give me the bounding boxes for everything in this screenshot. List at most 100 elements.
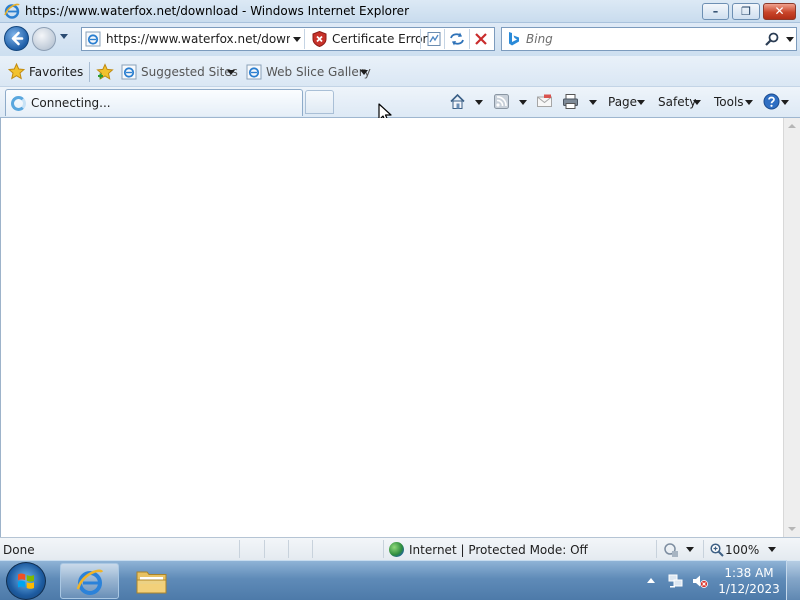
search-options-dropdown[interactable]: [786, 37, 794, 42]
minimize-button[interactable]: –: [702, 3, 729, 20]
security-zone[interactable]: Internet | Protected Mode: Off: [409, 543, 588, 557]
address-input[interactable]: https://www.waterfox.net/download: [106, 32, 290, 46]
divider: [656, 540, 657, 558]
favorites-link-label: Web Slice Gallery: [266, 65, 371, 79]
navigation-bar: https://www.waterfox.net/download Certif…: [0, 23, 800, 56]
privacy-report-icon[interactable]: [663, 542, 679, 558]
refresh-icon[interactable]: [448, 31, 466, 47]
zoom-level[interactable]: 100%: [725, 543, 759, 557]
page-ie-icon: [246, 64, 262, 80]
window-title: https://www.waterfox.net/download - Wind…: [25, 4, 409, 18]
internet-explorer-icon: [4, 3, 20, 19]
page-menu-button[interactable]: Page: [608, 91, 654, 113]
favorites-label: Favorites: [29, 65, 84, 79]
maximize-button[interactable]: ❐: [732, 3, 760, 20]
divider: [469, 29, 470, 49]
page-ie-icon: [85, 31, 101, 47]
folder-icon: [136, 571, 167, 594]
favorites-star-icon: [8, 63, 25, 80]
back-button[interactable]: [4, 26, 29, 51]
volume-muted-icon[interactable]: [692, 573, 708, 589]
forward-button[interactable]: [32, 27, 56, 51]
search-icon[interactable]: [764, 31, 780, 47]
home-button[interactable]: [449, 91, 487, 113]
chevron-down-icon: [745, 100, 753, 105]
network-icon[interactable]: [668, 573, 684, 589]
help-icon: [763, 93, 780, 110]
mail-icon: [537, 94, 552, 107]
tools-menu-button[interactable]: Tools: [714, 91, 758, 113]
chevron-down-icon[interactable]: [768, 547, 776, 552]
bing-icon: [509, 32, 519, 46]
chevron-down-icon[interactable]: [686, 547, 694, 552]
compatibility-view-icon[interactable]: [426, 31, 442, 47]
internet-explorer-icon: [76, 569, 104, 595]
zoom-icon[interactable]: [709, 542, 725, 558]
divider: [420, 29, 421, 49]
address-dropdown[interactable]: [293, 37, 301, 42]
page-menu-label: Page: [608, 95, 638, 109]
help-button[interactable]: [763, 91, 793, 113]
start-button[interactable]: [6, 562, 46, 600]
tab-and-command-bar: Connecting... Page Safety Tools: [0, 87, 800, 118]
divider: [304, 29, 305, 49]
rss-feed-icon: [494, 94, 509, 109]
divider: [239, 540, 240, 558]
chevron-down-icon: [693, 100, 701, 105]
vertical-scrollbar[interactable]: [783, 118, 800, 537]
search-box[interactable]: Bing: [501, 27, 797, 51]
chevron-down-icon[interactable]: [589, 100, 597, 105]
favorites-bar: Favorites: [0, 56, 800, 87]
chevron-down-icon[interactable]: [519, 100, 527, 105]
divider: [383, 540, 384, 558]
favorites-button[interactable]: Favorites: [6, 62, 84, 82]
show-hidden-icons-icon[interactable]: [647, 578, 655, 583]
new-tab-button[interactable]: [305, 90, 334, 114]
scroll-up-icon[interactable]: [788, 124, 796, 128]
stop-icon[interactable]: [473, 31, 489, 47]
scroll-down-icon[interactable]: [788, 527, 796, 531]
tools-menu-label: Tools: [714, 95, 744, 109]
divider: [444, 29, 445, 49]
chevron-down-icon: [781, 100, 789, 105]
add-to-favorites-bar-icon[interactable]: [96, 63, 114, 81]
clock-time: 1:38 AM: [724, 566, 774, 580]
loading-spinner-icon: [11, 96, 26, 111]
home-icon: [450, 93, 465, 109]
favorites-link-web-slice-gallery[interactable]: Web Slice Gallery: [246, 62, 371, 82]
show-desktop-button[interactable]: [786, 560, 800, 600]
favorites-link-label: Suggested Sites: [141, 65, 238, 79]
address-bar[interactable]: https://www.waterfox.net/download Certif…: [81, 27, 495, 51]
read-mail-button[interactable]: [536, 91, 554, 113]
chevron-down-icon[interactable]: [475, 100, 483, 105]
feeds-button[interactable]: [493, 91, 531, 113]
tab-connecting[interactable]: Connecting...: [5, 89, 303, 116]
divider: [264, 540, 265, 558]
certificate-error-label: Certificate Error: [332, 32, 428, 46]
page-content[interactable]: [0, 118, 783, 537]
search-input[interactable]: Bing: [526, 32, 553, 46]
status-text: Done: [3, 543, 35, 557]
safety-menu-button[interactable]: Safety: [658, 91, 704, 113]
restore-icon: ❐: [741, 5, 751, 18]
shield-error-icon: [312, 31, 327, 47]
divider: [312, 540, 313, 558]
tab-title: Connecting...: [31, 96, 111, 110]
printer-icon: [563, 94, 578, 109]
chevron-down-icon: [637, 100, 645, 105]
recent-pages-dropdown[interactable]: [60, 34, 68, 39]
internet-globe-icon: [389, 542, 404, 557]
back-arrow-icon: [11, 31, 24, 46]
close-button[interactable]: ✕: [763, 3, 796, 20]
taskbar-internet-explorer[interactable]: [60, 563, 119, 599]
minimize-icon: –: [712, 5, 719, 18]
certificate-error-button[interactable]: Certificate Error: [308, 28, 427, 50]
print-button[interactable]: [562, 91, 600, 113]
divider: [288, 540, 289, 558]
favorites-link-suggested-sites[interactable]: Suggested Sites: [121, 62, 239, 82]
clock-date: 1/12/2023: [718, 582, 780, 596]
close-icon: ✕: [774, 4, 785, 18]
windows-logo-icon: [18, 573, 34, 589]
system-clock[interactable]: 1:38 AM 1/12/2023: [718, 565, 780, 597]
taskbar-windows-explorer[interactable]: [122, 563, 181, 599]
